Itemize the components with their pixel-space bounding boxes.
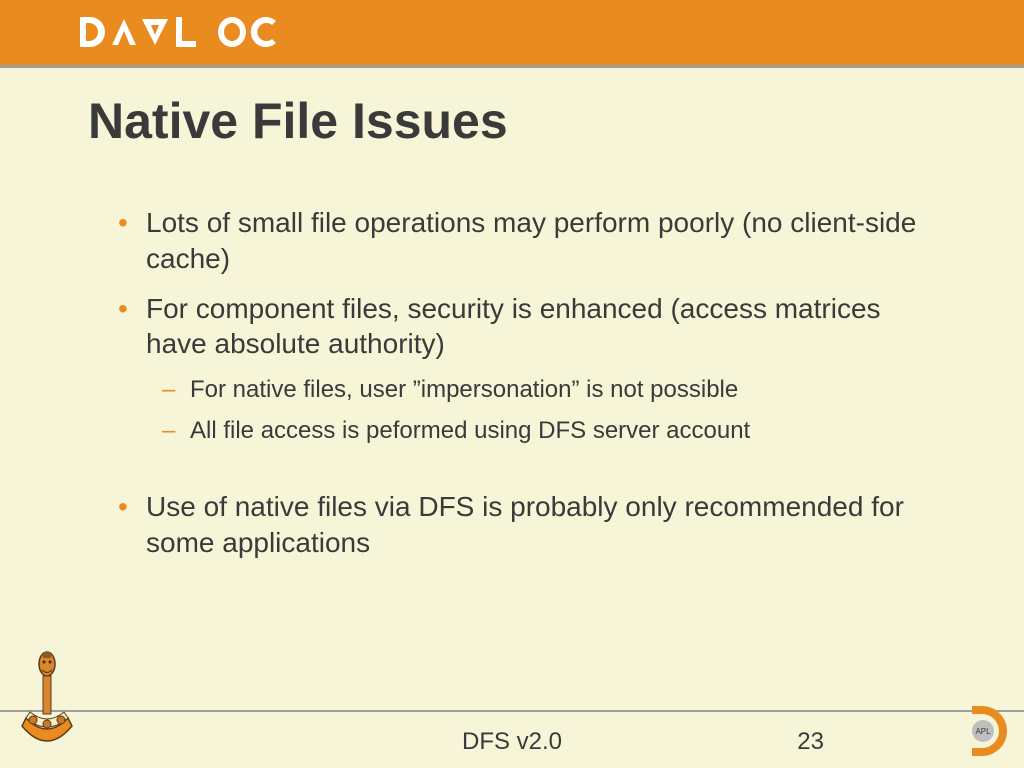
- dyalog-logo: [78, 15, 278, 51]
- bullet-item: Lots of small file operations may perfor…: [110, 205, 930, 277]
- bullet-text: For component files, security is enhance…: [146, 293, 881, 360]
- apl-logo-icon: APL: [952, 702, 1010, 760]
- slide: Native File Issues Lots of small file op…: [0, 0, 1024, 768]
- page-number: 23: [797, 728, 824, 756]
- bullet-text: Lots of small file operations may perfor…: [146, 207, 916, 274]
- footer-divider: [0, 710, 1024, 712]
- footer: DFS v2.0: [0, 728, 1024, 756]
- sub-bullet-item: All file access is peformed using DFS se…: [154, 415, 930, 447]
- apl-logo-text: APL: [975, 727, 991, 736]
- bullet-text: For native files, user ”impersonation” i…: [190, 376, 738, 403]
- slide-body: Lots of small file operations may perfor…: [110, 205, 930, 575]
- bullet-item: Use of native files via DFS is probably …: [110, 489, 930, 561]
- bullet-item: For component files, security is enhance…: [110, 291, 930, 447]
- header-bar: [0, 0, 1024, 68]
- viking-ship-icon: [18, 648, 76, 758]
- slide-title: Native File Issues: [88, 92, 508, 150]
- sub-bullet-item: For native files, user ”impersonation” i…: [154, 374, 930, 406]
- bullet-text: All file access is peformed using DFS se…: [190, 417, 750, 444]
- bullet-text: Use of native files via DFS is probably …: [146, 491, 904, 558]
- footer-text: DFS v2.0: [462, 728, 562, 756]
